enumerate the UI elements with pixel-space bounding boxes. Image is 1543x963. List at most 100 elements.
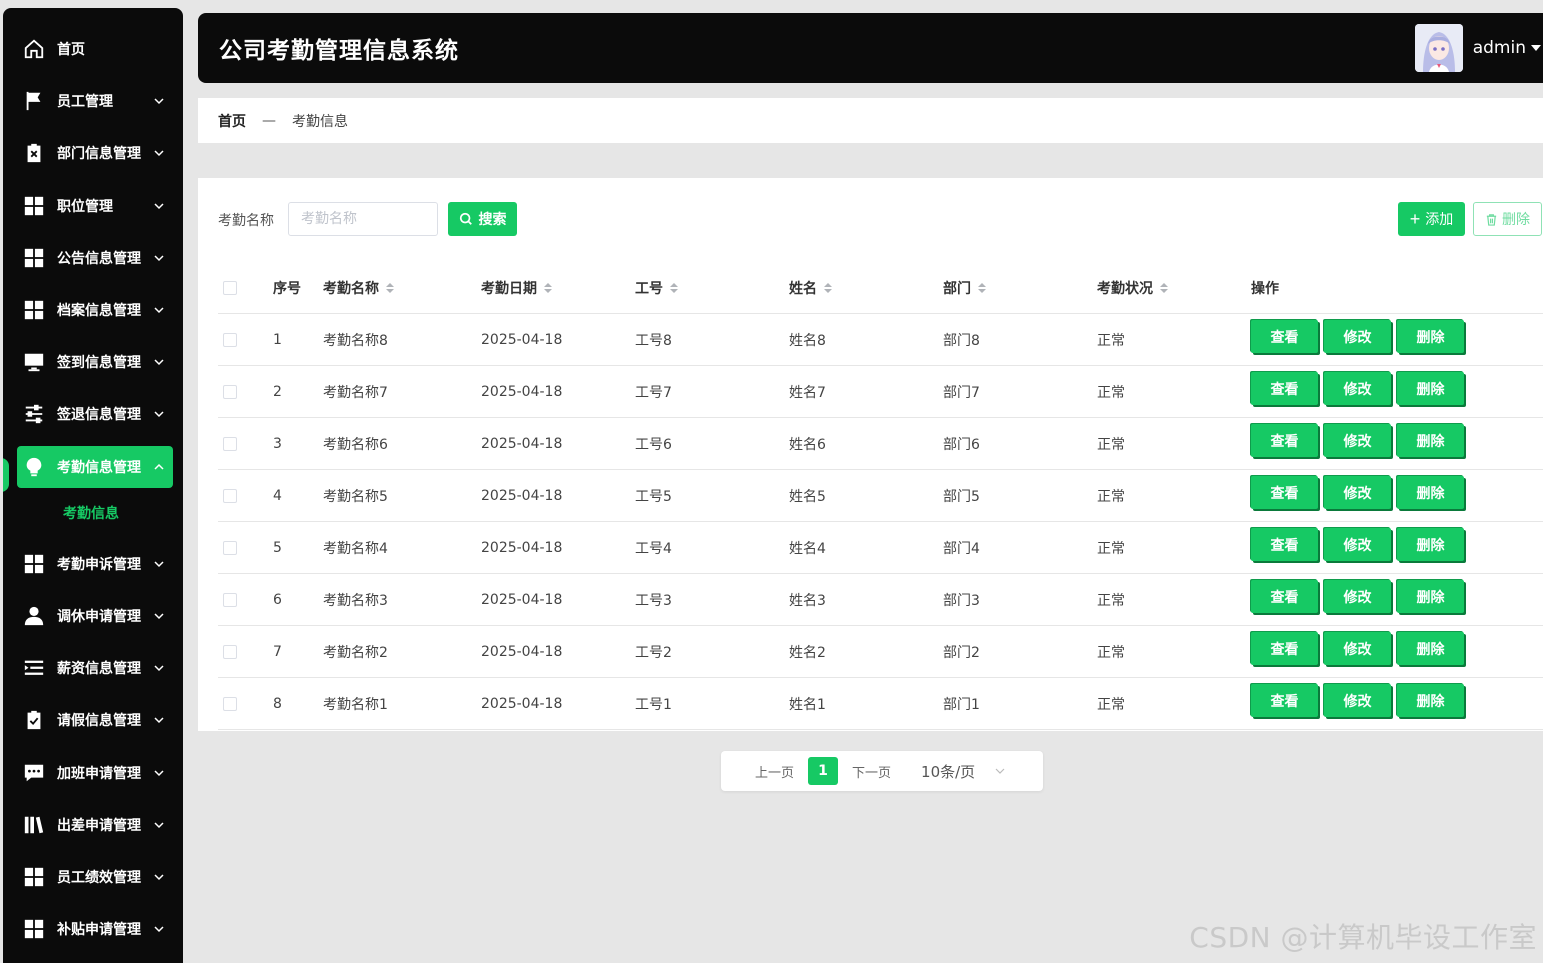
delete-button[interactable]: 删除 — [1397, 528, 1464, 561]
sidebar-item-positions[interactable]: 职位管理 — [17, 185, 173, 227]
edit-button[interactable]: 修改 — [1324, 424, 1391, 457]
search-button[interactable]: 搜索 — [448, 202, 517, 236]
sort-icon[interactable] — [386, 283, 394, 293]
view-button[interactable]: 查看 — [1251, 372, 1318, 405]
sidebar-item-employees[interactable]: 员工管理 — [17, 80, 173, 122]
edit-button[interactable]: 修改 — [1324, 476, 1391, 509]
edit-button[interactable]: 修改 — [1324, 372, 1391, 405]
avatar[interactable] — [1414, 24, 1463, 72]
cell-person: 姓名5 — [789, 489, 826, 505]
caret-down-icon[interactable] — [1530, 42, 1542, 54]
chevron-down-icon — [153, 95, 165, 107]
cell-emp-no: 工号5 — [635, 489, 672, 505]
header-date[interactable]: 考勤日期 — [481, 262, 552, 314]
row-checkbox[interactable] — [223, 489, 237, 503]
sidebar-item-leave[interactable]: 请假信息管理 — [17, 699, 173, 741]
monitor-icon — [23, 351, 45, 373]
edit-button[interactable]: 修改 — [1324, 320, 1391, 353]
page-number-button[interactable]: 1 — [808, 757, 839, 785]
select-all-checkbox[interactable] — [223, 281, 237, 295]
view-button[interactable]: 查看 — [1251, 476, 1318, 509]
sidebar-item-label: 公告信息管理 — [57, 251, 141, 267]
breadcrumb-home[interactable]: 首页 — [218, 111, 246, 131]
header-dept[interactable]: 部门 — [943, 262, 986, 314]
header-person[interactable]: 姓名 — [789, 262, 832, 314]
sidebar-item-checkout[interactable]: 签退信息管理 — [17, 393, 173, 435]
edit-button[interactable]: 修改 — [1324, 580, 1391, 613]
view-button[interactable]: 查看 — [1251, 424, 1318, 457]
search-input[interactable] — [288, 202, 438, 236]
row-checkbox[interactable] — [223, 437, 237, 451]
cell-date: 2025-04-18 — [481, 540, 563, 556]
sort-icon[interactable] — [670, 283, 678, 293]
user-menu[interactable]: admin — [1414, 24, 1543, 72]
header-name[interactable]: 考勤名称 — [323, 262, 394, 314]
header-emp-no[interactable]: 工号 — [635, 262, 678, 314]
check-clipboard-icon — [23, 709, 45, 731]
row-checkbox[interactable] — [223, 645, 237, 659]
sidebar-item-notices[interactable]: 公告信息管理 — [17, 237, 173, 279]
submenu-item-attendance-info[interactable]: 考勤信息 — [63, 503, 119, 523]
row-checkbox-cell — [223, 522, 237, 574]
delete-button[interactable]: 删除 — [1397, 476, 1464, 509]
search-label: 考勤名称 — [218, 213, 274, 229]
view-button[interactable]: 查看 — [1251, 632, 1318, 665]
header-status[interactable]: 考勤状况 — [1097, 262, 1168, 314]
cell-person: 姓名4 — [789, 541, 826, 557]
header-actions: 操作 — [1251, 262, 1279, 314]
sidebar-item-checkin[interactable]: 签到信息管理 — [17, 341, 173, 383]
delete-button[interactable]: 删除 — [1397, 424, 1464, 457]
sidebar-item-salary[interactable]: 薪资信息管理 — [17, 647, 173, 689]
sidebar-item-label: 首页 — [57, 42, 85, 58]
batch-delete-button[interactable]: 删除 — [1473, 202, 1542, 236]
sidebar-item-overtime[interactable]: 加班申请管理 — [17, 752, 173, 794]
view-button[interactable]: 查看 — [1251, 684, 1318, 717]
delete-button[interactable]: 删除 — [1397, 372, 1464, 405]
prev-page-button[interactable]: 上一页 — [755, 762, 794, 781]
header-no-label: 序号 — [273, 281, 301, 297]
sort-icon[interactable] — [824, 283, 832, 293]
edit-button[interactable]: 修改 — [1324, 684, 1391, 717]
sidebar-item-leave-swap[interactable]: 调休申请管理 — [17, 595, 173, 637]
sort-icon[interactable] — [1160, 283, 1168, 293]
edit-button[interactable]: 修改 — [1324, 528, 1391, 561]
page-size-select[interactable]: 10条/页 — [921, 761, 1005, 782]
cell-date: 2025-04-18 — [481, 332, 563, 348]
chevron-down-icon — [153, 408, 165, 420]
sidebar-item-subsidy[interactable]: 补贴申请管理 — [17, 908, 173, 950]
username[interactable]: admin — [1473, 38, 1526, 58]
delete-button[interactable]: 删除 — [1397, 632, 1464, 665]
sidebar-item-business-trip[interactable]: 出差申请管理 — [17, 804, 173, 846]
chevron-down-icon — [153, 147, 165, 159]
chevron-down-icon — [153, 304, 165, 316]
view-button[interactable]: 查看 — [1251, 320, 1318, 353]
sidebar-item-attendance[interactable]: 考勤信息管理 — [17, 446, 173, 488]
delete-button[interactable]: 删除 — [1397, 684, 1464, 717]
delete-button[interactable]: 删除 — [1397, 320, 1464, 353]
add-button[interactable]: + 添加 — [1398, 202, 1465, 236]
chat-icon — [23, 762, 45, 784]
row-checkbox[interactable] — [223, 541, 237, 555]
row-checkbox[interactable] — [223, 333, 237, 347]
sidebar-item-appeals[interactable]: 考勤申诉管理 — [17, 543, 173, 585]
next-page-button[interactable]: 下一页 — [852, 762, 891, 781]
row-checkbox[interactable] — [223, 385, 237, 399]
header-status-label: 考勤状况 — [1097, 281, 1153, 297]
sidebar-item-departments[interactable]: 部门信息管理 — [17, 132, 173, 174]
view-button[interactable]: 查看 — [1251, 528, 1318, 561]
sidebar-item-archives[interactable]: 档案信息管理 — [17, 289, 173, 331]
row-checkbox[interactable] — [223, 593, 237, 607]
sidebar-item-label: 档案信息管理 — [57, 303, 141, 319]
row-checkbox[interactable] — [223, 697, 237, 711]
sidebar-item-performance[interactable]: 员工绩效管理 — [17, 856, 173, 898]
table-row: 6 考勤名称3 2025-04-18 工号3 姓名3 部门3 正常 查看 修改 删除 — [218, 574, 1543, 626]
delete-button[interactable]: 删除 — [1397, 580, 1464, 613]
table-header: 序号 考勤名称 考勤日期 工号 姓名 部门 考勤状况 操作 — [218, 262, 1543, 314]
chevron-down-icon — [153, 819, 165, 831]
view-button[interactable]: 查看 — [1251, 580, 1318, 613]
edit-button[interactable]: 修改 — [1324, 632, 1391, 665]
sort-icon[interactable] — [978, 283, 986, 293]
sidebar-item-home[interactable]: 首页 — [17, 28, 173, 70]
chevron-down-icon — [153, 767, 165, 779]
sort-icon[interactable] — [544, 283, 552, 293]
